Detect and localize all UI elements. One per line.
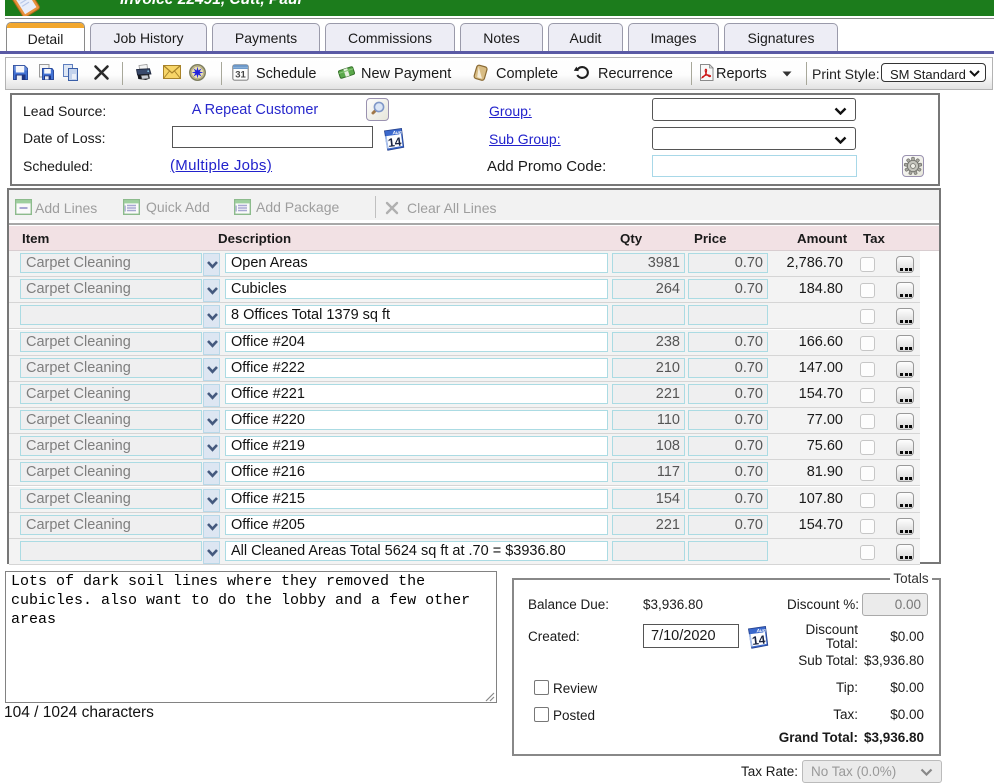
svg-text:31: 31 (235, 70, 246, 81)
svg-text:14: 14 (387, 134, 402, 150)
